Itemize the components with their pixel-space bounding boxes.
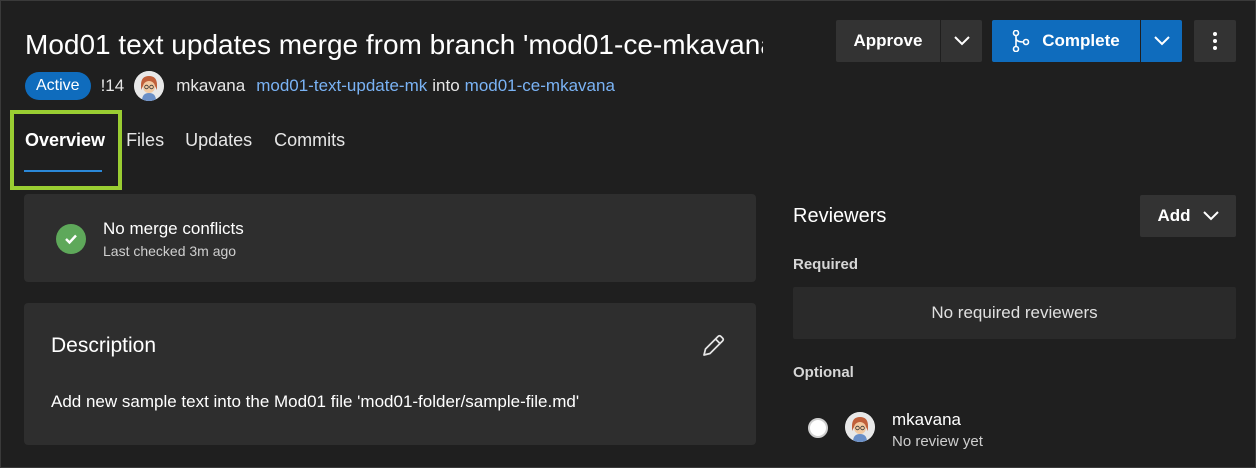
tab-commits[interactable]: Commits: [274, 130, 345, 151]
chevron-down-icon: [953, 36, 970, 46]
optional-label: Optional: [793, 364, 854, 381]
user-avatar-icon: [134, 71, 165, 101]
no-required-reviewers: No required reviewers: [793, 287, 1236, 339]
required-label: Required: [793, 256, 859, 273]
reviewer-name: mkavana: [892, 410, 961, 429]
merge-status-title: No merge conflicts: [103, 219, 244, 238]
approve-options-button[interactable]: [940, 20, 982, 62]
chevron-down-icon: [1153, 36, 1170, 46]
complete-options-button[interactable]: [1140, 20, 1182, 62]
page-title: Mod01 text updates merge from branch 'mo…: [25, 29, 763, 60]
source-branch-link[interactable]: mod01-text-update-mk: [256, 76, 427, 96]
target-branch-link[interactable]: mod01-ce-mkavana: [465, 76, 615, 96]
status-badge: Active: [25, 72, 91, 100]
description-title: Description: [51, 334, 157, 357]
add-reviewer-button[interactable]: Add: [1140, 195, 1236, 237]
add-reviewer-label: Add: [1157, 206, 1191, 225]
approve-button[interactable]: Approve: [836, 20, 940, 62]
complete-button-group: Complete: [992, 20, 1182, 62]
complete-button[interactable]: Complete: [992, 20, 1140, 62]
pr-meta-row: Active !14 mkavana mod01-text-update-mk …: [25, 70, 615, 102]
reviewer-status: No review yet: [892, 433, 983, 450]
pr-id: !14: [100, 76, 125, 95]
merge-status-card: No merge conflicts Last checked 3m ago: [24, 194, 756, 282]
reviewers-title: Reviewers: [793, 205, 887, 227]
complete-label: Complete: [1042, 31, 1120, 50]
user-avatar-icon: [845, 412, 875, 442]
into-label: into: [432, 76, 460, 95]
more-vertical-icon: [1213, 32, 1217, 50]
tab-bar: Overview Files Updates Commits: [25, 130, 345, 151]
tab-files[interactable]: Files: [126, 130, 164, 151]
branch-merge-icon: [1012, 30, 1030, 52]
pencil-edit-icon[interactable]: [700, 333, 726, 359]
active-tab-indicator: [24, 170, 102, 172]
merge-status-subtitle: Last checked 3m ago: [103, 243, 237, 259]
reviewer-vote-radio[interactable]: [808, 418, 828, 438]
tab-overview[interactable]: Overview: [25, 130, 105, 151]
tab-updates[interactable]: Updates: [185, 130, 252, 151]
author-name: mkavana: [176, 76, 246, 95]
chevron-down-icon: [1202, 211, 1219, 221]
description-text: Add new sample text into the Mod01 file …: [51, 392, 580, 411]
more-actions-button[interactable]: [1194, 20, 1236, 62]
reviewer-avatar: [845, 412, 875, 442]
avatar: [134, 71, 165, 101]
check-circle-icon: [56, 224, 86, 254]
description-card: Description Add new sample text into the…: [24, 303, 756, 445]
approve-button-group: Approve: [836, 20, 982, 62]
